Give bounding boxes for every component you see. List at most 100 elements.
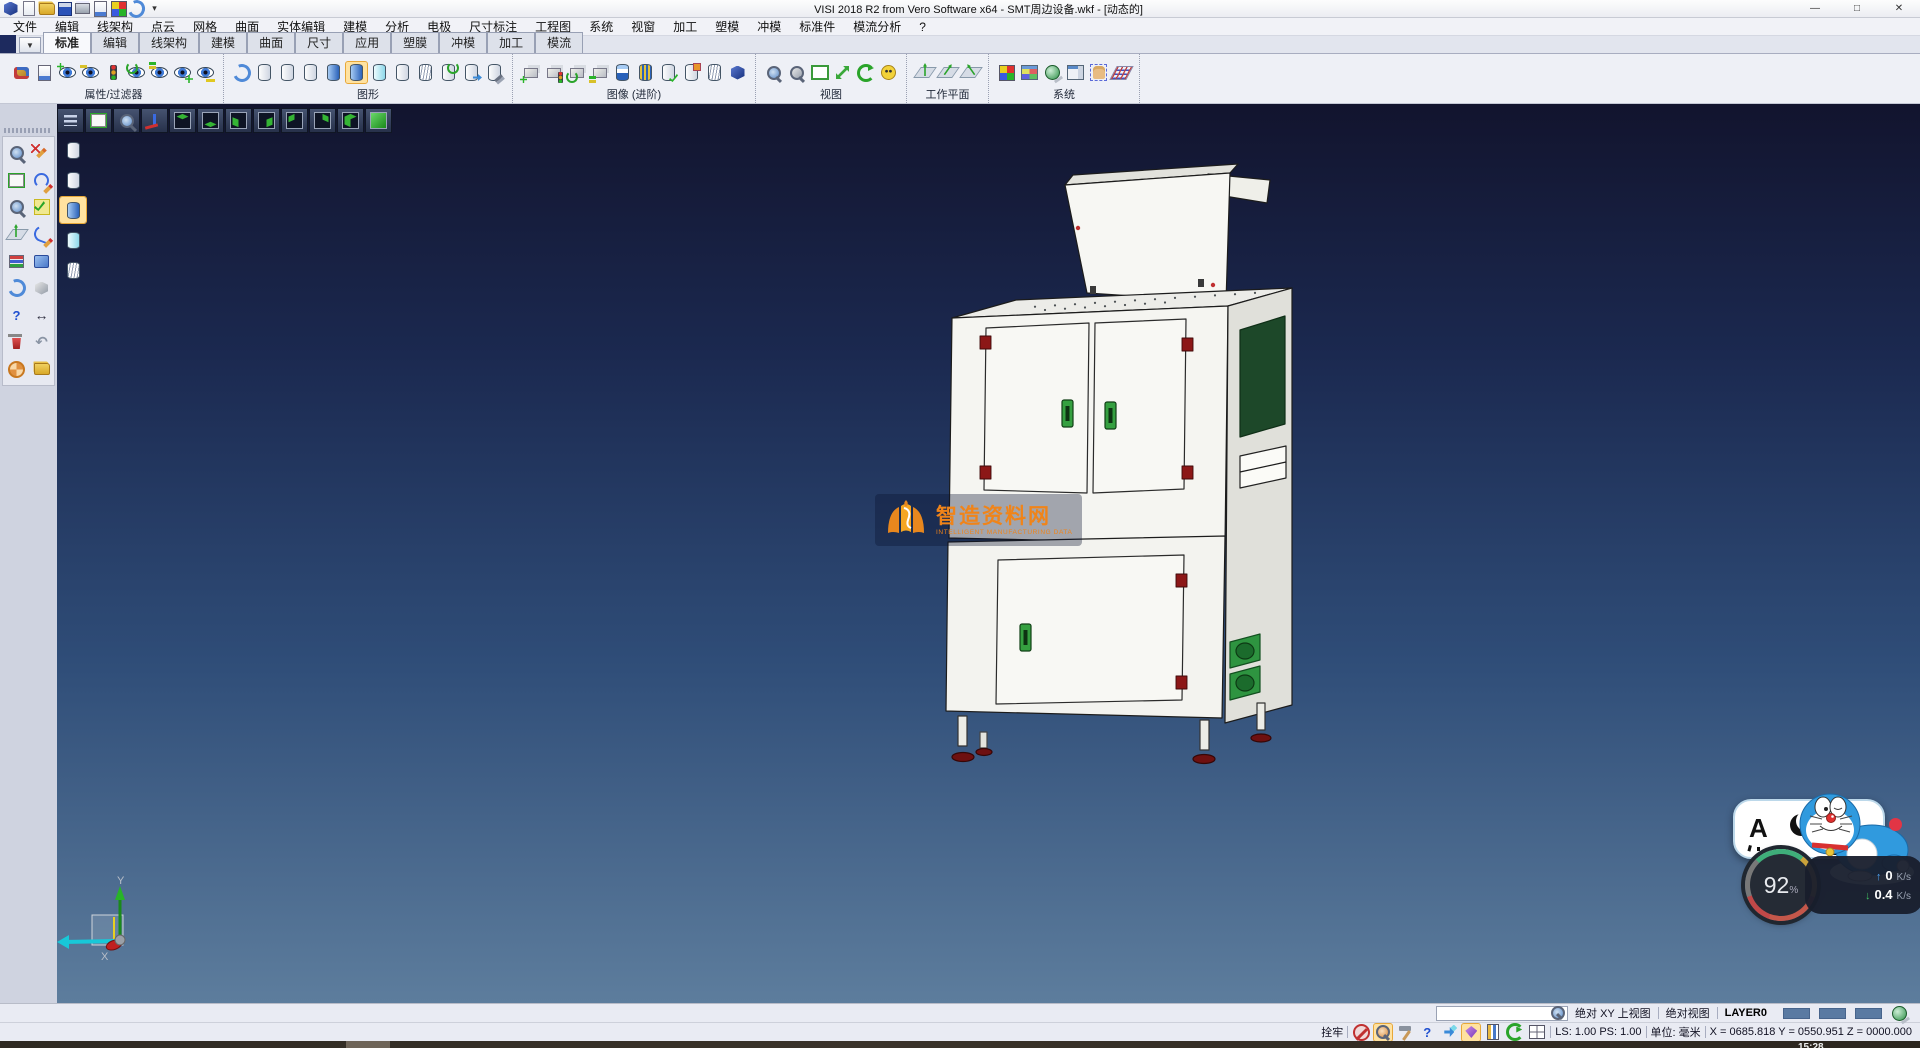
viewbar-menu-icon[interactable]	[57, 108, 84, 133]
snap-lock-label[interactable]: 拴牢	[1321, 1024, 1343, 1040]
window-select-icon[interactable]	[5, 169, 28, 191]
graphics-options-icon[interactable]	[484, 62, 505, 83]
tab-die[interactable]: 冲模	[439, 32, 487, 53]
show-all-icon[interactable]	[172, 62, 193, 83]
attributes-preview-icon[interactable]	[34, 62, 55, 83]
snap-edit-icon[interactable]	[1374, 1024, 1392, 1041]
undo-icon[interactable]: ↶	[30, 331, 53, 353]
search-icon[interactable]	[1551, 1007, 1565, 1020]
regenerate-icon[interactable]	[231, 62, 252, 83]
zoom-extents-icon[interactable]	[85, 108, 112, 133]
layer-swatch-2[interactable]	[1819, 1008, 1846, 1019]
style-dashed-icon[interactable]	[300, 62, 321, 83]
menu-standard-parts[interactable]: 标准件	[790, 18, 844, 35]
menu-file[interactable]: 文件	[4, 18, 46, 35]
menu-machining[interactable]: 加工	[664, 18, 706, 35]
zoom-window-icon[interactable]	[786, 62, 807, 83]
pan-view-icon[interactable]	[832, 62, 853, 83]
adv-transparent-icon[interactable]	[704, 62, 725, 83]
adv-tag-icon[interactable]	[681, 62, 702, 83]
menu-window[interactable]: 视窗	[622, 18, 664, 35]
view-mode-status[interactable]: 绝对视图	[1666, 1005, 1710, 1021]
system-options-icon[interactable]	[1042, 62, 1063, 83]
tab-surface[interactable]: 曲面	[247, 32, 295, 53]
zoom-inout-icon[interactable]	[5, 196, 28, 218]
view-bottom-icon[interactable]	[197, 108, 224, 133]
triad-toggle-icon[interactable]	[141, 108, 168, 133]
tab-dropdown-button[interactable]: ▼	[19, 37, 41, 53]
rotate-view-icon[interactable]	[855, 62, 876, 83]
style-wireframe-icon[interactable]	[254, 62, 275, 83]
regen-view-icon[interactable]	[5, 277, 28, 299]
tab-machining[interactable]: 加工	[487, 32, 535, 53]
grid-toggle-icon[interactable]	[1528, 1024, 1546, 1041]
vstyle-shaded-icon[interactable]	[60, 197, 86, 223]
view-top-icon[interactable]	[169, 108, 196, 133]
adv-add-icon[interactable]	[520, 62, 541, 83]
show-entities-icon[interactable]	[57, 62, 78, 83]
close-button[interactable]: ✕	[1878, 0, 1920, 17]
toolbar-grip[interactable]	[4, 128, 50, 133]
minimize-button[interactable]: —	[1794, 0, 1836, 17]
construction-icon[interactable]	[1396, 1024, 1414, 1041]
refresh-visibility-icon[interactable]	[126, 62, 147, 83]
network-speed-widget[interactable]: ↑ 0 K/s ↓ 0.4 K/s	[1805, 856, 1920, 914]
zoom-actual-icon[interactable]	[809, 62, 830, 83]
vstyle-wireframe-icon[interactable]	[60, 137, 86, 163]
session-refresh-icon[interactable]	[128, 1, 145, 17]
open-part-icon[interactable]	[30, 358, 53, 380]
tab-wireframe[interactable]: 线架构	[139, 32, 199, 53]
confirm-icon[interactable]	[30, 196, 53, 218]
update-solids-icon[interactable]	[461, 62, 482, 83]
view-iso-icon[interactable]	[365, 108, 392, 133]
zoom-tool-icon[interactable]	[5, 142, 28, 164]
app-icon[interactable]	[2, 1, 19, 17]
zoom-view-icon[interactable]	[113, 108, 140, 133]
new-file-icon[interactable]	[20, 1, 37, 17]
layer-swatch-3[interactable]	[1855, 1008, 1882, 1019]
menu-die[interactable]: 冲模	[748, 18, 790, 35]
view-axon-icon[interactable]	[337, 108, 364, 133]
workplane-origin-icon[interactable]	[914, 62, 935, 83]
online-status-icon[interactable]	[1889, 1003, 1910, 1024]
style-flat-icon[interactable]	[392, 62, 413, 83]
menu-system[interactable]: 系统	[580, 18, 622, 35]
tab-mould[interactable]: 塑膜	[391, 32, 439, 53]
menu-help[interactable]: ?	[910, 20, 935, 34]
view-front-icon[interactable]	[225, 108, 252, 133]
tab-modeling[interactable]: 建模	[199, 32, 247, 53]
maximize-button[interactable]: □	[1836, 0, 1878, 17]
layer-attributes-icon[interactable]	[5, 250, 28, 272]
adv-striped-icon[interactable]	[635, 62, 656, 83]
no-snap-icon[interactable]	[1352, 1024, 1370, 1041]
style-hidden-line-icon[interactable]	[277, 62, 298, 83]
color-settings-icon[interactable]	[996, 62, 1017, 83]
graphics-viewport[interactable]: 智造资料网 INTELLIGENT MANUFACTURING DATA Y X…	[57, 104, 1920, 1003]
preview-icon[interactable]	[92, 1, 109, 17]
table-settings-icon[interactable]	[1065, 62, 1086, 83]
adv-filter-icon[interactable]	[543, 62, 564, 83]
print-icon[interactable]	[74, 1, 91, 17]
workplane-tool-icon[interactable]	[5, 223, 28, 245]
tab-flow[interactable]: 模流	[535, 32, 583, 53]
adv-section-icon[interactable]	[612, 62, 633, 83]
delete-icon[interactable]	[5, 331, 28, 353]
palette-icon[interactable]	[110, 1, 127, 17]
solid-view-icon[interactable]	[30, 277, 53, 299]
tab-standard[interactable]: 标准	[43, 32, 91, 53]
context-help-icon[interactable]: ?	[5, 304, 28, 326]
taskbar-active-app[interactable]	[346, 1041, 390, 1048]
toggle-visibility-icon[interactable]	[149, 62, 170, 83]
erase-sketch-icon[interactable]	[30, 142, 53, 164]
adv-refresh-icon[interactable]	[566, 62, 587, 83]
style-ghost-icon[interactable]	[369, 62, 390, 83]
menu-mould[interactable]: 塑模	[706, 18, 748, 35]
layer-swatch-1[interactable]	[1783, 1008, 1810, 1019]
command-search-input[interactable]	[1439, 1007, 1551, 1019]
measure-icon[interactable]: ↔	[30, 304, 53, 326]
edit-curve-icon[interactable]	[30, 169, 53, 191]
menu-flow-analysis[interactable]: 模流分析	[844, 18, 910, 35]
absolute-view-status[interactable]: 绝对 XY 上视图	[1575, 1005, 1651, 1021]
selection-filter-icon[interactable]	[103, 62, 124, 83]
solid-select-icon[interactable]	[1462, 1024, 1480, 1041]
